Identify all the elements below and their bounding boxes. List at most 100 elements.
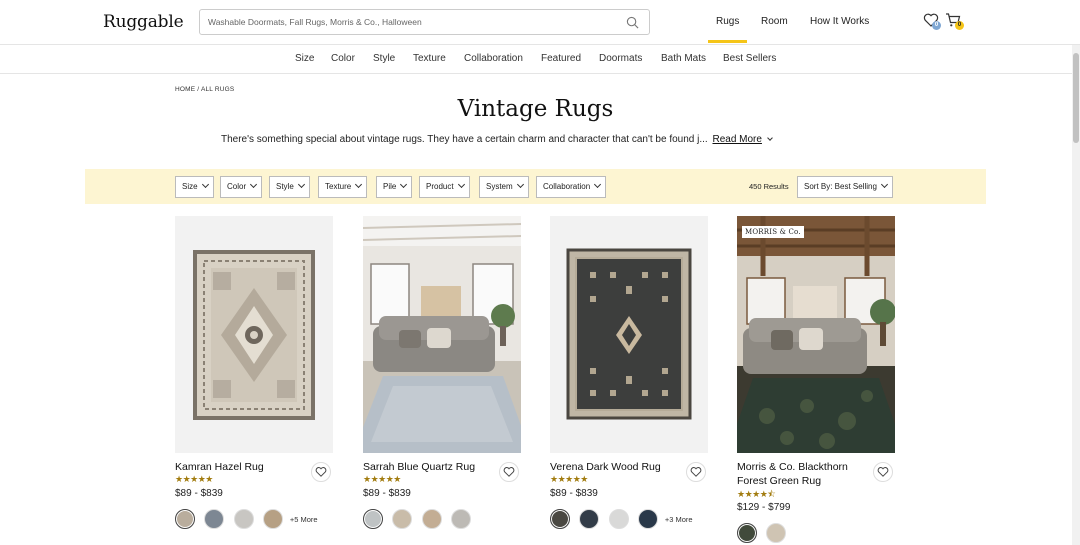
search-input[interactable] bbox=[200, 10, 610, 34]
swatch[interactable] bbox=[204, 509, 225, 529]
filter-pile[interactable]: Pile bbox=[376, 176, 413, 198]
nav-rugs[interactable]: Rugs bbox=[707, 16, 748, 43]
cart-button[interactable]: 0 bbox=[945, 12, 964, 30]
results-count: 450 Results bbox=[749, 182, 789, 191]
product-name[interactable]: Morris & Co. Blackthorn Forest Green Rug bbox=[737, 461, 862, 488]
product-name[interactable]: Kamran Hazel Rug bbox=[175, 461, 300, 475]
product-name[interactable]: Sarrah Blue Quartz Rug bbox=[363, 461, 488, 475]
swatch[interactable] bbox=[175, 509, 195, 529]
wishlist-toggle[interactable] bbox=[311, 462, 331, 482]
wishlist-count-badge: 0 bbox=[932, 21, 941, 30]
page-description: There's something special about vintage … bbox=[221, 134, 773, 145]
category-style[interactable]: Style bbox=[373, 53, 395, 64]
swatch[interactable] bbox=[392, 509, 413, 529]
category-nav: Size Color Style Texture Collaboration F… bbox=[0, 45, 1080, 74]
filter-label: Product bbox=[426, 182, 454, 191]
product-image[interactable] bbox=[550, 216, 708, 453]
product-price: $129 - $799 bbox=[737, 502, 791, 513]
product-price: $89 - $839 bbox=[550, 488, 598, 499]
color-swatches bbox=[737, 523, 791, 543]
chevron-down-icon bbox=[355, 180, 363, 189]
rug-image bbox=[193, 250, 315, 420]
swatch[interactable] bbox=[608, 509, 629, 529]
heart-icon bbox=[315, 467, 327, 477]
ruggable-logo[interactable]: Ruggable bbox=[103, 12, 184, 32]
scrollbar-thumb[interactable] bbox=[1073, 53, 1079, 143]
swatch[interactable] bbox=[737, 523, 757, 543]
product-name[interactable]: Verena Dark Wood Rug bbox=[550, 461, 675, 475]
chevron-down-icon bbox=[594, 180, 602, 189]
color-swatches: +5 More bbox=[175, 509, 318, 529]
filter-texture[interactable]: Texture bbox=[318, 176, 368, 198]
heart-icon bbox=[503, 467, 515, 477]
description-text: There's something special about vintage … bbox=[221, 134, 708, 145]
nav-room[interactable]: Room bbox=[761, 16, 788, 27]
swatch[interactable] bbox=[233, 509, 254, 529]
category-doormats[interactable]: Doormats bbox=[599, 53, 642, 64]
filter-size[interactable]: Size bbox=[175, 176, 214, 198]
wishlist-toggle[interactable] bbox=[873, 462, 893, 482]
swatch[interactable] bbox=[421, 509, 442, 529]
nav-how-it-works[interactable]: How It Works bbox=[810, 16, 869, 27]
category-collaboration[interactable]: Collaboration bbox=[464, 53, 523, 64]
page-scrollbar[interactable] bbox=[1072, 45, 1080, 545]
swatch[interactable] bbox=[451, 509, 472, 529]
category-size[interactable]: Size bbox=[295, 53, 314, 64]
chevron-down-icon bbox=[201, 180, 209, 189]
chevron-down-icon bbox=[297, 180, 305, 189]
more-colors-link[interactable]: +5 More bbox=[290, 515, 318, 524]
rug-image bbox=[566, 248, 692, 420]
star-rating: ★★★★★ bbox=[550, 474, 588, 484]
sort-dropdown[interactable]: Sort By: Best Selling bbox=[797, 176, 893, 198]
filter-product[interactable]: Product bbox=[419, 176, 470, 198]
swatch[interactable] bbox=[263, 509, 284, 529]
heart-icon bbox=[690, 467, 702, 477]
swatch[interactable] bbox=[550, 509, 570, 529]
read-more-link[interactable]: Read More bbox=[712, 134, 761, 145]
swatch[interactable] bbox=[638, 509, 659, 529]
category-featured[interactable]: Featured bbox=[541, 53, 581, 64]
room-scene-image bbox=[737, 216, 895, 453]
star-rating: ★★★★★ bbox=[175, 474, 213, 484]
filter-label: Style bbox=[276, 182, 294, 191]
more-colors-link[interactable]: +3 More bbox=[665, 515, 693, 524]
cart-count-badge: 0 bbox=[955, 21, 964, 30]
category-bath-mats[interactable]: Bath Mats bbox=[661, 53, 706, 64]
star-rating: ★★★★⯪ bbox=[737, 489, 776, 499]
swatch[interactable] bbox=[579, 509, 600, 529]
wishlist-button[interactable]: 0 bbox=[923, 12, 941, 30]
star-rating: ★★★★★ bbox=[363, 474, 401, 484]
chevron-down-icon bbox=[880, 180, 888, 189]
search-icon[interactable] bbox=[626, 16, 639, 29]
filter-bar: Size Color Style Texture Pile Product Sy… bbox=[85, 169, 986, 204]
site-header: Ruggable Rugs Room How It Works 0 0 bbox=[0, 0, 1080, 45]
filter-label: Collaboration bbox=[543, 182, 591, 191]
wishlist-toggle[interactable] bbox=[686, 462, 706, 482]
chevron-down-icon bbox=[516, 180, 524, 189]
filter-label: Texture bbox=[325, 182, 352, 191]
swatch[interactable] bbox=[363, 509, 383, 529]
category-texture[interactable]: Texture bbox=[413, 53, 446, 64]
filter-system[interactable]: System bbox=[479, 176, 529, 198]
sort-label: Sort By: Best Selling bbox=[804, 182, 877, 191]
filter-color[interactable]: Color bbox=[220, 176, 263, 198]
chevron-down-icon bbox=[400, 180, 408, 189]
filter-label: Pile bbox=[383, 182, 397, 191]
product-image[interactable] bbox=[175, 216, 333, 453]
color-swatches: +3 More bbox=[550, 509, 693, 529]
page-title: Vintage Rugs bbox=[457, 96, 614, 122]
wishlist-toggle[interactable] bbox=[499, 462, 519, 482]
product-image[interactable]: MORRIS & Co. bbox=[737, 216, 895, 453]
category-best-sellers[interactable]: Best Sellers bbox=[723, 53, 776, 64]
room-scene-image bbox=[363, 216, 521, 453]
category-color[interactable]: Color bbox=[331, 53, 355, 64]
heart-icon bbox=[877, 467, 889, 477]
swatch[interactable] bbox=[766, 523, 787, 543]
breadcrumb[interactable]: HOME / ALL RUGS bbox=[175, 86, 234, 93]
search-bar[interactable] bbox=[199, 9, 650, 35]
filter-collaboration[interactable]: Collaboration bbox=[536, 176, 607, 198]
product-image[interactable] bbox=[363, 216, 521, 453]
filter-style[interactable]: Style bbox=[269, 176, 310, 198]
morris-co-brand-badge: MORRIS & Co. bbox=[742, 226, 804, 238]
product-price: $89 - $839 bbox=[363, 488, 411, 499]
